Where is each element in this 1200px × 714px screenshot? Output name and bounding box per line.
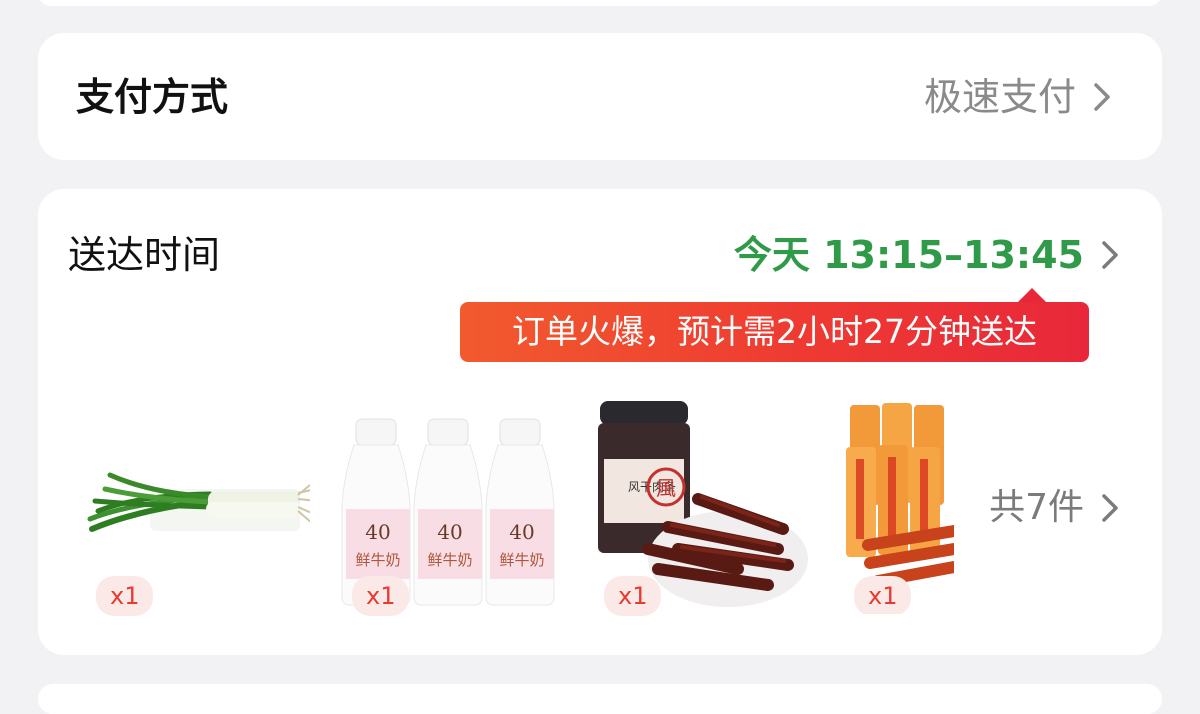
tooltip-arrow <box>1017 288 1047 303</box>
delivery-time-selector[interactable]: 今天 13:15–13:45 <box>734 229 1122 281</box>
product-thumbnails[interactable]: x1 40 鲜牛奶 40 鲜牛奶 40 鲜牛奶 x1 风干肉条 風 x1 x1 <box>38 399 978 619</box>
previous-card <box>38 0 1162 6</box>
milk-label-big: 40 <box>509 520 534 544</box>
chevron-right-icon <box>1098 235 1122 275</box>
quantity-badge: x1 <box>352 576 410 616</box>
total-items-link[interactable]: 共7件 <box>989 482 1122 534</box>
chevron-right-icon <box>1090 77 1114 117</box>
payment-method-card[interactable]: 支付方式 极速支付 <box>38 33 1162 160</box>
delivery-time-title: 送达时间 <box>68 233 221 277</box>
milk-label-big: 40 <box>437 520 462 544</box>
quantity-badge: x1 <box>604 576 662 616</box>
payment-method-title: 支付方式 <box>76 75 229 119</box>
milk-label-name: 鲜牛奶 <box>427 551 472 569</box>
product-item[interactable]: x1 <box>80 399 310 616</box>
payment-method-selector[interactable]: 极速支付 <box>924 71 1114 123</box>
milk-label-name: 鲜牛奶 <box>499 551 544 569</box>
payment-method-value: 极速支付 <box>923 75 1076 119</box>
chevron-right-icon <box>1098 488 1122 528</box>
next-card <box>38 684 1162 714</box>
delivery-delay-text: 订单火爆，预计需2小时27分钟送达 <box>512 312 1037 351</box>
delivery-card: 送达时间 今天 13:15–13:45 订单火爆，预计需2小时27分钟送达 x1… <box>38 189 1162 655</box>
milk-label-big: 40 <box>365 520 390 544</box>
total-items-count: 共7件 <box>989 487 1084 528</box>
product-item[interactable]: 风干肉条 風 x1 <box>588 399 818 616</box>
delivery-time-value: 今天 13:15–13:45 <box>733 233 1084 277</box>
delivery-delay-notice: 订单火爆，预计需2小时27分钟送达 <box>460 288 1089 362</box>
product-item[interactable]: 40 鲜牛奶 40 鲜牛奶 40 鲜牛奶 x1 <box>336 399 566 616</box>
product-item[interactable]: x1 <box>838 399 954 614</box>
beef-label-seal: 風 <box>656 476 676 500</box>
milk-label-name: 鲜牛奶 <box>355 551 400 569</box>
quantity-badge: x1 <box>96 576 154 616</box>
quantity-badge: x1 <box>854 576 912 614</box>
